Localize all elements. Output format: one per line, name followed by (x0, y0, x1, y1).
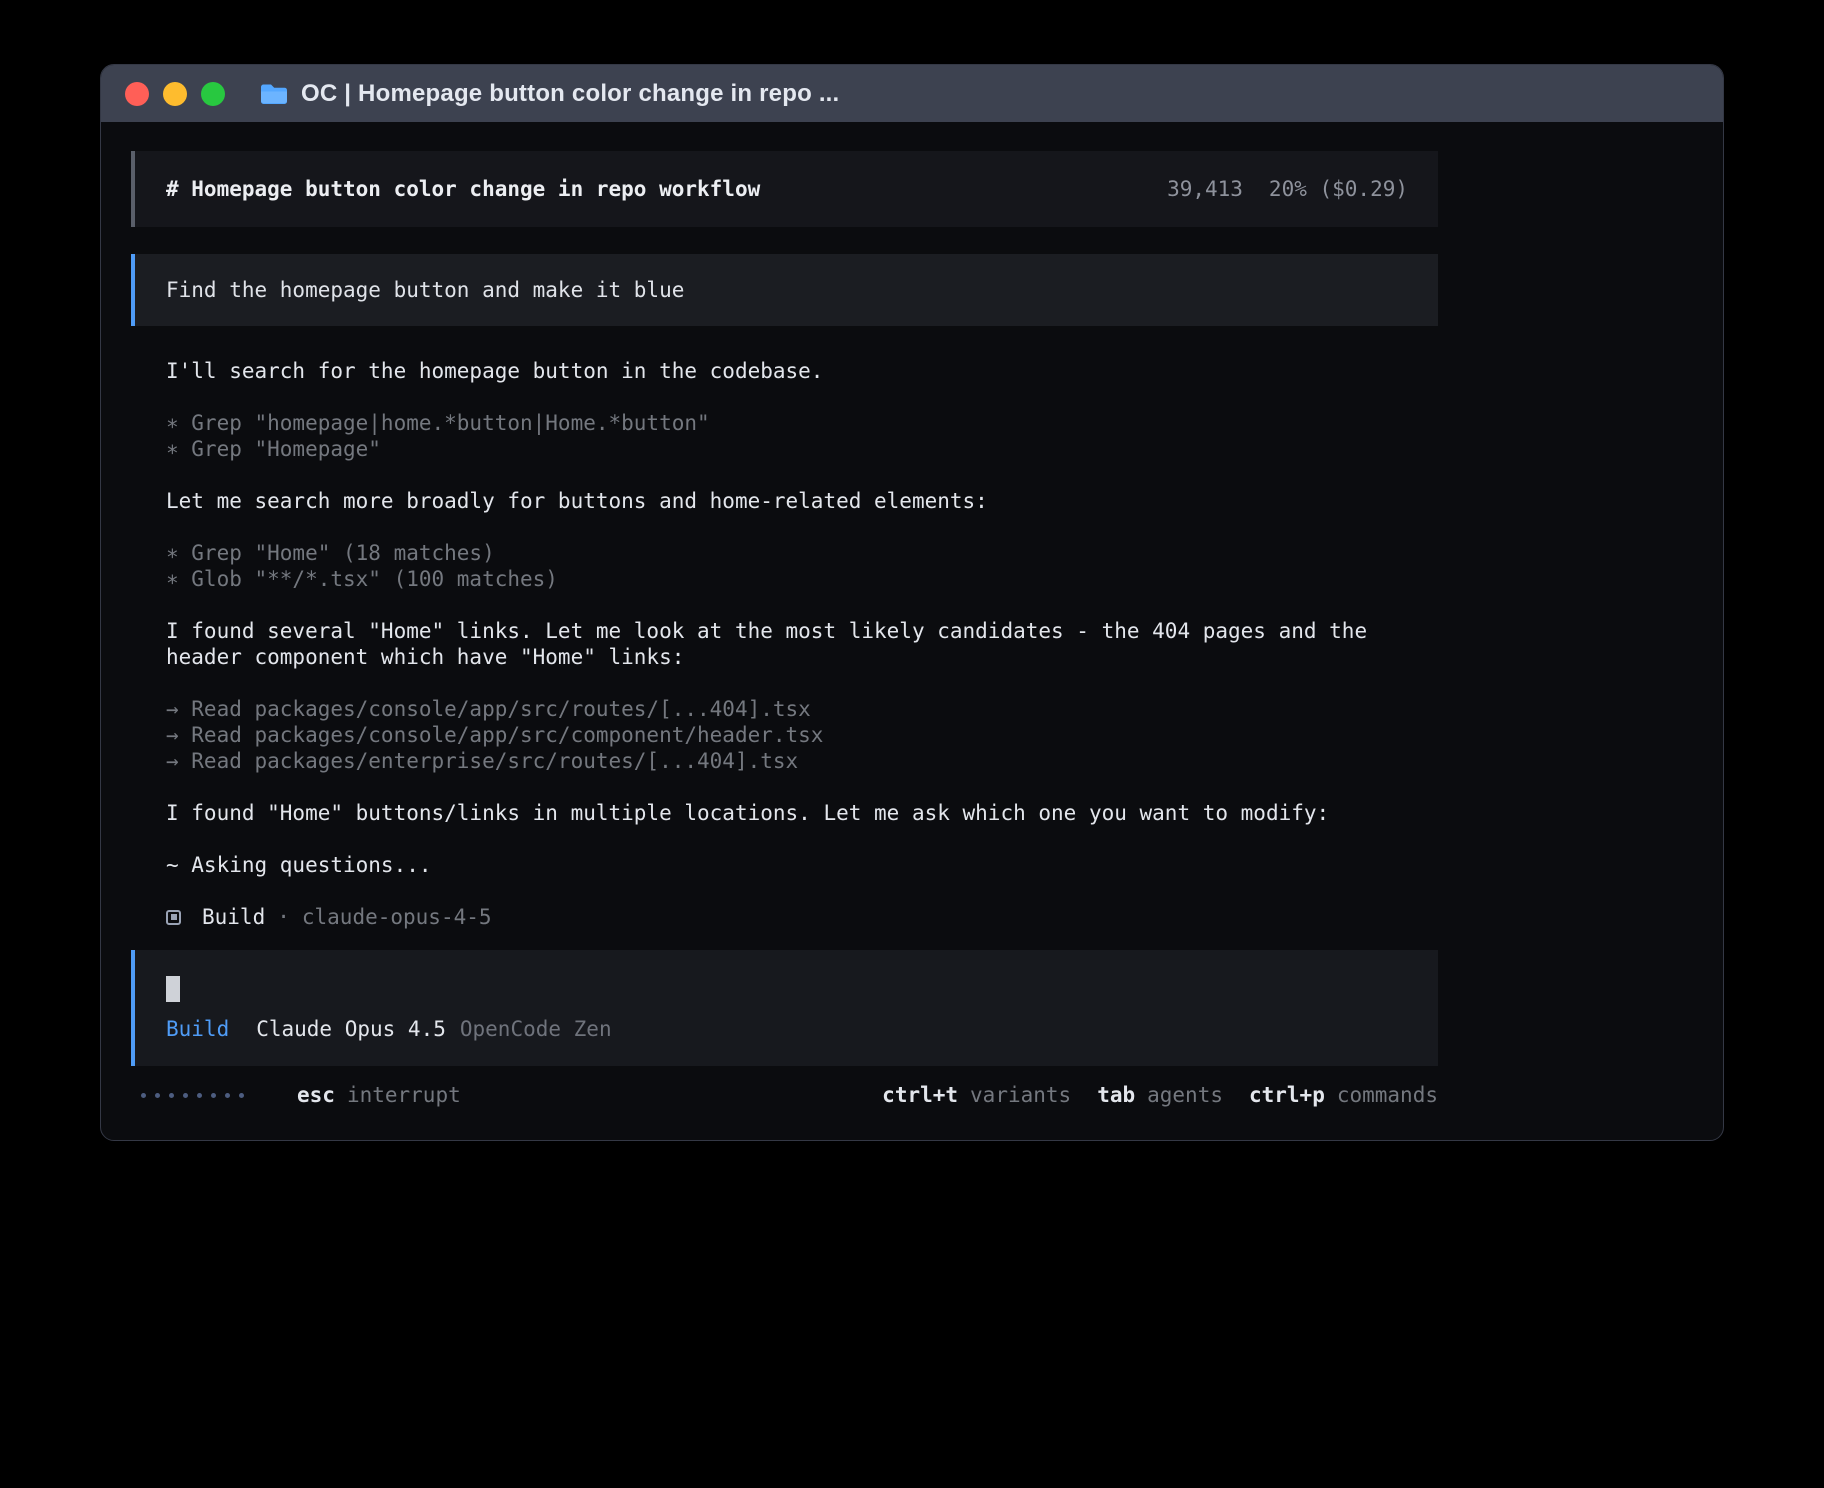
context-usage: 20% ($0.29) (1269, 177, 1408, 201)
prompt-input[interactable]: Build Claude Opus 4.5 OpenCode Zen (131, 950, 1438, 1066)
spinner-dot (239, 1093, 244, 1098)
user-message: Find the homepage button and make it blu… (131, 254, 1438, 326)
tool-call-read: → Read packages/console/app/src/componen… (166, 722, 1438, 748)
assistant-working-status: ~ Asking questions... (166, 852, 1438, 878)
spinner-dot (155, 1093, 160, 1098)
ctrl-t-key: ctrl+t (882, 1083, 958, 1107)
close-button[interactable] (125, 82, 149, 106)
variants-label: variants (970, 1083, 1071, 1107)
tool-call-grep: ∗ Grep "Home" (18 matches) (166, 540, 1438, 566)
terminal-window: OC | Homepage button color change in rep… (100, 64, 1724, 1141)
assistant-transcript: I'll search for the homepage button in t… (166, 358, 1438, 930)
user-message-text: Find the homepage button and make it blu… (166, 278, 684, 302)
commands-label: commands (1337, 1083, 1438, 1107)
tool-call-glob: ∗ Glob "**/*.tsx" (100 matches) (166, 566, 1438, 592)
assistant-paragraph: Let me search more broadly for buttons a… (166, 488, 1438, 514)
tab-key: tab (1097, 1083, 1135, 1107)
assistant-paragraph: I found several "Home" links. Let me loo… (166, 618, 1438, 670)
spinner-dot (197, 1093, 202, 1098)
minimize-button[interactable] (163, 82, 187, 106)
window-title: OC | Homepage button color change in rep… (301, 80, 839, 108)
agent-name: Build (202, 904, 265, 930)
spinner-dot (169, 1093, 174, 1098)
assistant-paragraph: I'll search for the homepage button in t… (166, 358, 1438, 384)
model-name[interactable]: Claude Opus 4.5 (256, 1016, 446, 1042)
tool-call-group: ∗ Grep "homepage|home.*button|Home.*butt… (166, 410, 1438, 462)
mode-label[interactable]: Build (166, 1016, 229, 1042)
shortcut-interrupt: esc interrupt (297, 1082, 461, 1108)
tool-call-group: → Read packages/console/app/src/routes/[… (166, 696, 1438, 774)
ctrl-p-key: ctrl+p (1249, 1083, 1325, 1107)
spinner-dot (211, 1093, 216, 1098)
spinner (141, 1093, 244, 1098)
titlebar[interactable]: OC | Homepage button color change in rep… (101, 65, 1723, 122)
esc-key: esc (297, 1083, 335, 1107)
session-stats: 39,413 20% ($0.29) (1167, 176, 1408, 202)
tool-call-read: → Read packages/enterprise/src/routes/[.… (166, 748, 1438, 774)
tool-call-group: ∗ Grep "Home" (18 matches) ∗ Glob "**/*.… (166, 540, 1438, 592)
agents-label: agents (1147, 1083, 1223, 1107)
agent-icon (166, 910, 181, 925)
session-title: # Homepage button color change in repo w… (166, 176, 760, 202)
folder-icon (259, 82, 289, 106)
model-provider: OpenCode Zen (460, 1016, 612, 1042)
assistant-paragraph: I found "Home" buttons/links in multiple… (166, 800, 1438, 826)
esc-label: interrupt (347, 1083, 461, 1107)
spinner-dot (141, 1093, 146, 1098)
spinner-dot (183, 1093, 188, 1098)
zoom-button[interactable] (201, 82, 225, 106)
status-bar: esc interrupt ctrl+t variants tab agents ct… (131, 1082, 1438, 1108)
token-count: 39,413 (1167, 177, 1243, 201)
spinner-dot (225, 1093, 230, 1098)
model-row: Build Claude Opus 4.5 OpenCode Zen (166, 1016, 1408, 1042)
session-header: # Homepage button color change in repo w… (131, 151, 1438, 227)
shortcut-commands: ctrl+p commands (1249, 1082, 1438, 1108)
agent-status-line: Build · claude-opus-4-5 (166, 904, 1438, 930)
agent-model: claude-opus-4-5 (302, 904, 492, 930)
text-cursor (166, 976, 180, 1002)
agent-separator: · (277, 904, 290, 930)
shortcut-agents: tab agents (1097, 1082, 1223, 1108)
shortcut-variants: ctrl+t variants (882, 1082, 1071, 1108)
tool-call-grep: ∗ Grep "Homepage" (166, 436, 1438, 462)
status-bar-shortcuts: ctrl+t variants tab agents ctrl+p commands (882, 1082, 1438, 1108)
tool-call-read: → Read packages/console/app/src/routes/[… (166, 696, 1438, 722)
terminal-content: # Homepage button color change in repo w… (101, 122, 1723, 1108)
tool-call-grep: ∗ Grep "homepage|home.*button|Home.*butt… (166, 410, 1438, 436)
